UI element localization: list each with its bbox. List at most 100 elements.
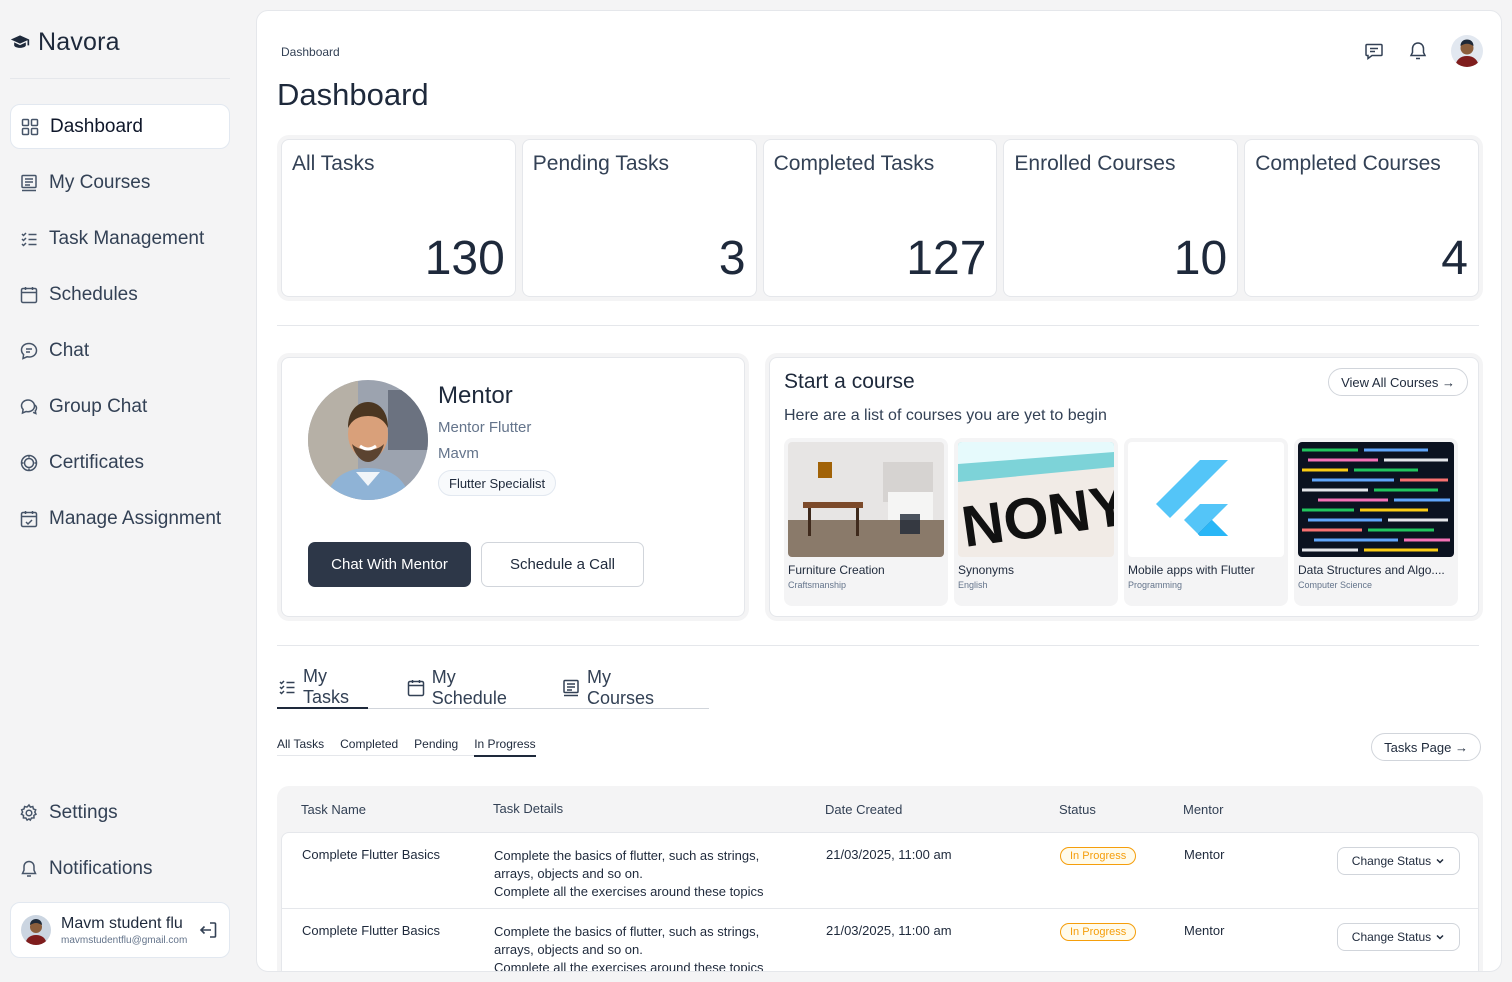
column-header: Status: [1059, 801, 1096, 817]
task-details-line: arrays, objects and so on.: [494, 942, 643, 957]
tasks-table: Task Name Task Details Date Created Stat…: [277, 786, 1483, 971]
mentor-name: Mavm: [438, 445, 479, 462]
sidebar-item-notifications[interactable]: Notifications: [10, 846, 230, 891]
stat-card-completed-courses[interactable]: Completed Courses 4: [1244, 139, 1479, 297]
stat-card-pending-tasks[interactable]: Pending Tasks 3: [521, 139, 757, 297]
stat-card-completed-tasks[interactable]: Completed Tasks 127: [762, 139, 998, 297]
stats-row: All Tasks 130 Pending Tasks 3 Completed …: [277, 135, 1483, 301]
course-card[interactable]: Mobile apps with Flutter Programming: [1124, 438, 1288, 606]
sidebar-item-task-management[interactable]: Task Management: [10, 216, 230, 261]
course-thumbnail: [1128, 442, 1284, 557]
column-header: Mentor: [1183, 801, 1224, 817]
mentor-cell: Mentor: [1184, 847, 1225, 862]
calendar-icon: [19, 285, 39, 305]
chat-icon: [19, 341, 39, 361]
task-details-line: Complete the basics of flutter, such as …: [494, 848, 760, 863]
sidebar-item-settings[interactable]: Settings: [10, 790, 230, 835]
sidebar: Navora Dashboard My Courses Task Managem…: [0, 0, 248, 982]
column-header: Date Created: [825, 801, 903, 817]
change-status-label: Change Status: [1351, 854, 1432, 868]
sidebar-item-label: Task Management: [49, 227, 205, 249]
sidebar-bottom-nav: Settings Notifications: [10, 790, 230, 902]
sidebar-item-group-chat[interactable]: Group Chat: [10, 384, 230, 429]
brand-name: Navora: [38, 27, 120, 56]
tab-my-tasks[interactable]: My Tasks: [277, 666, 368, 709]
change-status-label: Change Status: [1351, 930, 1432, 944]
book-icon: [561, 678, 581, 698]
task-details-line: arrays, objects and so on.: [494, 866, 643, 881]
stat-value: 10: [1173, 232, 1228, 285]
courses-card: Start a course Here are a list of course…: [769, 357, 1479, 617]
mentor-specialty-badge: Flutter Specialist: [438, 470, 557, 496]
brand[interactable]: Navora: [10, 26, 120, 58]
schedule-call-button[interactable]: Schedule a Call: [481, 542, 644, 587]
checklist-icon: [19, 229, 39, 249]
date-created: 21/03/2025, 11:00 am: [826, 847, 952, 862]
user-profile-card[interactable]: Mavm student flu mavmstudentflu@gmail.co…: [10, 902, 230, 958]
section-title: Start a course: [784, 370, 915, 393]
column-header: Task Details: [493, 801, 564, 816]
calendar-icon: [406, 678, 426, 698]
sidebar-nav: Dashboard My Courses Task Management Sch…: [10, 104, 230, 552]
chat-with-mentor-button[interactable]: Chat With Mentor: [308, 542, 471, 587]
sidebar-item-my-courses[interactable]: My Courses: [10, 160, 230, 205]
bell-icon[interactable]: [1407, 40, 1429, 62]
sidebar-item-manage-assignment[interactable]: Manage Assignment: [10, 496, 230, 541]
checklist-icon: [277, 677, 297, 697]
task-details-line: Complete all the exercises around these …: [494, 884, 764, 899]
task-details-line: Complete the basics of flutter, such as …: [494, 924, 760, 939]
course-card[interactable]: Furniture Creation Craftsmanship: [784, 438, 948, 606]
sidebar-item-certificates[interactable]: Certificates: [10, 440, 230, 485]
stat-label: Enrolled Courses: [1014, 152, 1176, 175]
table-body: Complete Flutter Basics Complete the bas…: [281, 832, 1479, 971]
tabs: My Tasks My Schedule My Courses: [277, 666, 709, 709]
table-header: Task Name Task Details Date Created Stat…: [281, 786, 1479, 832]
divider: [277, 325, 1479, 326]
bell-icon: [19, 859, 39, 879]
divider: [10, 78, 230, 79]
mentor-card: Mentor Mentor Flutter Mavm Flutter Speci…: [281, 357, 745, 617]
course-name: Furniture Creation: [788, 563, 885, 577]
table-row[interactable]: Complete Flutter Basics Complete the bas…: [282, 909, 1478, 971]
logout-icon[interactable]: [197, 919, 219, 941]
avatar[interactable]: [1451, 35, 1483, 67]
filter-pending[interactable]: Pending: [414, 737, 458, 751]
tab-my-schedule[interactable]: My Schedule: [406, 667, 523, 708]
change-status-button[interactable]: Change Status: [1337, 923, 1460, 951]
tasks-page-button[interactable]: Tasks Page →: [1371, 733, 1481, 761]
course-card[interactable]: NONY Synonyms English: [954, 438, 1118, 606]
sidebar-item-chat[interactable]: Chat: [10, 328, 230, 373]
stat-card-enrolled-courses[interactable]: Enrolled Courses 10: [1003, 139, 1239, 297]
course-category: Computer Science: [1298, 580, 1373, 590]
view-all-courses-button[interactable]: View All Courses →: [1328, 368, 1468, 396]
mentor-subtitle: Mentor Flutter: [438, 419, 532, 436]
course-card[interactable]: Data Structures and Algo.... Computer Sc…: [1294, 438, 1458, 606]
filter-in-progress[interactable]: In Progress: [474, 737, 536, 757]
header-actions: [1363, 35, 1483, 67]
chevron-down-icon: [1435, 856, 1445, 866]
user-meta: Mavm student flu mavmstudentflu@gmail.co…: [61, 915, 197, 946]
message-icon[interactable]: [1363, 40, 1385, 62]
filter-all-tasks[interactable]: All Tasks: [277, 737, 324, 751]
stat-card-all-tasks[interactable]: All Tasks 130: [281, 139, 516, 297]
change-status-button[interactable]: Change Status: [1337, 847, 1460, 875]
sidebar-item-dashboard[interactable]: Dashboard: [10, 104, 230, 149]
page-title: Dashboard: [277, 77, 429, 112]
date-created: 21/03/2025, 11:00 am: [826, 923, 952, 938]
mentor-cell: Mentor: [1184, 923, 1225, 938]
tab-my-courses[interactable]: My Courses: [561, 667, 671, 708]
filter-completed[interactable]: Completed: [340, 737, 398, 751]
task-filter-tabs: All Tasks Completed Pending In Progress: [277, 737, 536, 757]
table-row[interactable]: Complete Flutter Basics Complete the bas…: [282, 833, 1478, 909]
breadcrumb[interactable]: Dashboard: [281, 45, 340, 59]
tab-label: My Schedule: [431, 666, 507, 708]
sidebar-item-label: Settings: [49, 801, 118, 823]
divider: [277, 645, 1479, 646]
sidebar-item-label: Group Chat: [49, 395, 148, 417]
stat-label: Completed Tasks: [773, 152, 935, 175]
course-category: English: [958, 580, 988, 590]
stat-label: Completed Courses: [1255, 152, 1441, 175]
sidebar-item-label: Chat: [49, 339, 90, 361]
sidebar-item-schedules[interactable]: Schedules: [10, 272, 230, 317]
course-thumbnail: [1298, 442, 1454, 557]
